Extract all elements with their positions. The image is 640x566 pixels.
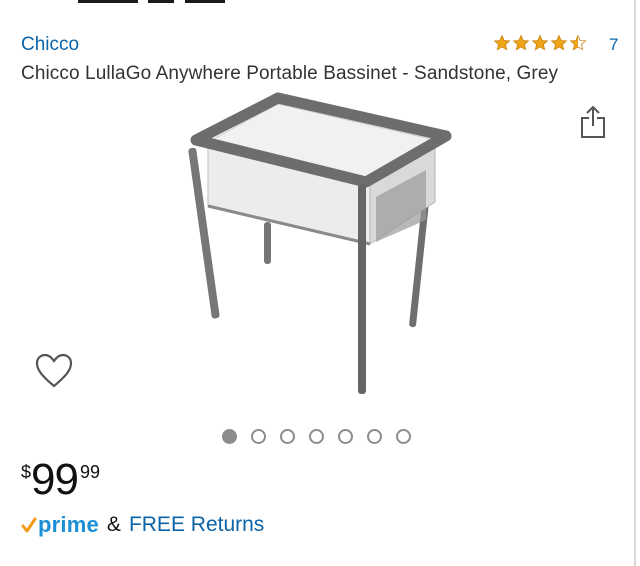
image-carousel-dots	[222, 429, 411, 444]
carousel-dot-6[interactable]	[367, 429, 382, 444]
bassinet-front-leg-right	[358, 184, 366, 394]
rating-summary[interactable]: 7	[493, 34, 618, 54]
shipping-connector: &	[106, 513, 121, 536]
bassinet-back-leg-left	[264, 222, 271, 264]
right-frame-edge	[634, 0, 636, 566]
carousel-dot-1[interactable]	[222, 429, 237, 444]
star-icon	[531, 34, 549, 51]
carousel-dot-5[interactable]	[338, 429, 353, 444]
prime-shipping-row: prime & FREE Returns	[21, 512, 264, 538]
free-returns-link[interactable]: FREE Returns	[129, 513, 264, 537]
rating-count[interactable]: 7	[609, 35, 618, 55]
heart-outline-icon[interactable]	[34, 352, 74, 390]
prime-logo: prime	[38, 512, 99, 537]
price-whole: 99	[31, 455, 79, 504]
product-image[interactable]	[150, 92, 480, 402]
share-icon[interactable]	[578, 104, 608, 140]
star-icon	[493, 34, 511, 51]
carousel-dot-2[interactable]	[251, 429, 266, 444]
price: $ 99 99	[21, 458, 100, 502]
star-icon	[550, 34, 568, 51]
price-currency-symbol: $	[21, 462, 32, 482]
top-scroll-remnant	[0, 0, 640, 6]
carousel-dot-3[interactable]	[280, 429, 295, 444]
carousel-dot-4[interactable]	[309, 429, 324, 444]
price-fraction: 99	[79, 462, 100, 482]
brand-link[interactable]: Chicco	[21, 34, 79, 56]
carousel-dot-7[interactable]	[396, 429, 411, 444]
product-title: Chicco LullaGo Anywhere Portable Bassine…	[21, 63, 559, 84]
star-rating	[493, 34, 587, 52]
star-icon	[512, 34, 530, 51]
prime-check-icon	[21, 517, 37, 533]
star-half-icon	[569, 34, 587, 51]
